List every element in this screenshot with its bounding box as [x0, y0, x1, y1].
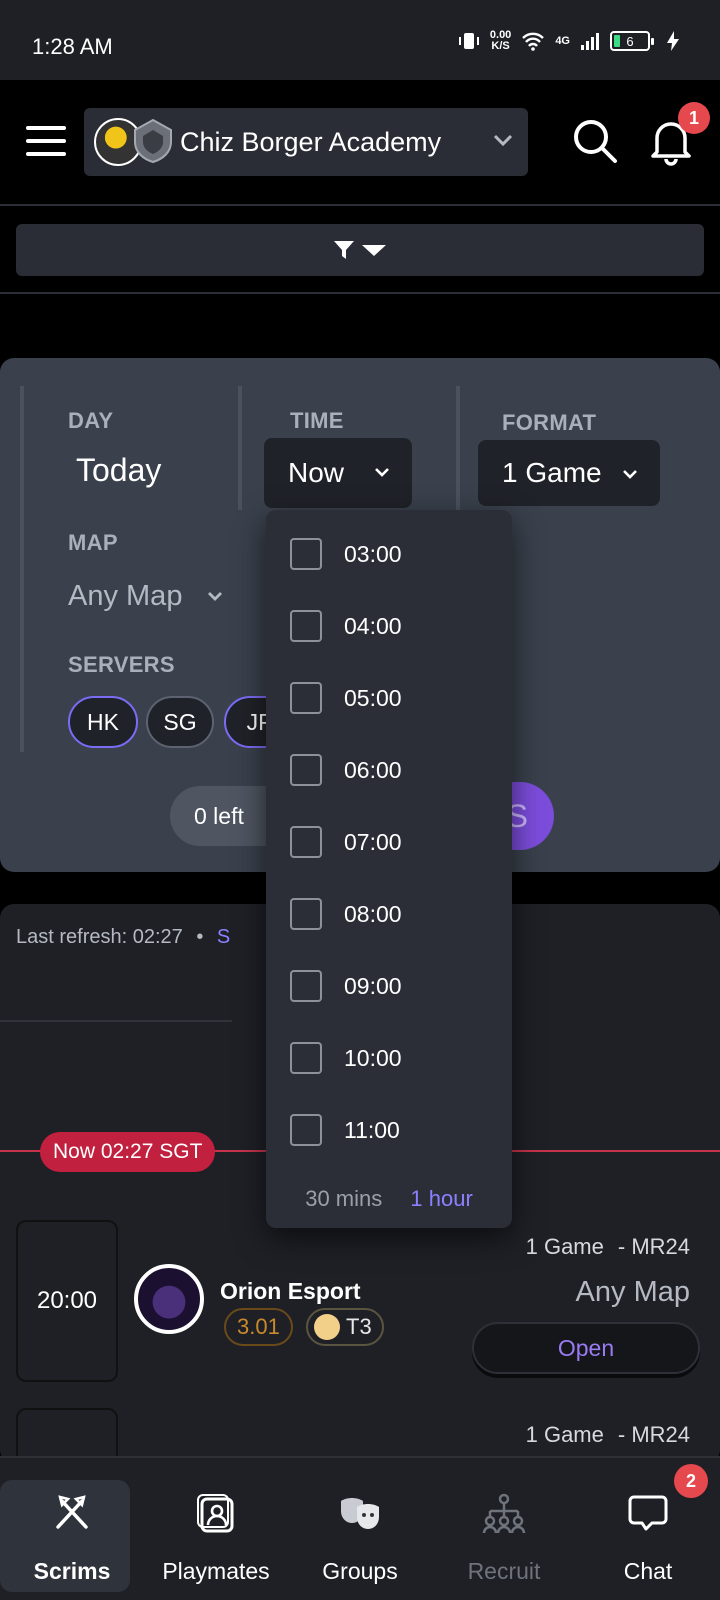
checkbox[interactable] — [290, 610, 322, 642]
time-option[interactable]: 07:00 — [290, 822, 402, 862]
search-icon[interactable] — [570, 116, 620, 166]
scrim-format: 1 Game - MR24 — [525, 1422, 690, 1447]
checkbox[interactable] — [290, 754, 322, 786]
battery-icon: 6 — [610, 31, 654, 51]
refresh-link[interactable]: S — [217, 926, 230, 948]
team-selector[interactable]: Chiz Borger Academy — [84, 108, 528, 176]
divider — [20, 386, 24, 752]
signal-icon — [581, 33, 599, 50]
status-icons: 0.00 K/S 4G 6 — [458, 30, 680, 52]
nav-scrims[interactable]: Scrims — [0, 1458, 144, 1600]
nav-playmates[interactable]: Playmates — [144, 1458, 288, 1600]
app-header: Chiz Borger Academy — [0, 80, 720, 206]
charging-icon — [667, 31, 679, 51]
status-bar: 1:28 AM 0.00 K/S 4G 6 — [0, 0, 720, 80]
time-dropdown-menu: 03:00 04:00 05:00 06:00 07:00 08:00 09:0… — [266, 510, 512, 1228]
map-select[interactable]: Any Map — [68, 580, 182, 613]
divider — [456, 386, 460, 510]
chevron-down-icon — [375, 468, 389, 477]
divider — [0, 1020, 232, 1022]
time-option[interactable]: 03:00 — [290, 534, 402, 574]
network-type: 4G — [555, 35, 570, 47]
net-speed: 0.00 K/S — [489, 29, 512, 52]
open-scrim-button[interactable]: Open — [472, 1322, 700, 1374]
day-label: DAY — [68, 408, 114, 433]
status-time: 1:28 AM — [32, 34, 113, 59]
day-value[interactable]: Today — [76, 452, 161, 489]
profile-card-icon — [197, 1494, 234, 1533]
interval-toggle: 30 mins 1 hour — [266, 1186, 512, 1212]
nav-groups[interactable]: Groups — [288, 1458, 432, 1600]
tier-icon — [314, 1314, 340, 1340]
time-option[interactable]: 04:00 — [290, 606, 402, 646]
checkbox[interactable] — [290, 1042, 322, 1074]
checkbox[interactable] — [290, 682, 322, 714]
scrim-team-name[interactable]: Orion Esport — [220, 1278, 361, 1305]
chat-bubble-icon — [628, 1495, 668, 1531]
time-option[interactable]: 10:00 — [290, 1038, 402, 1078]
nav-recruit[interactable]: Recruit — [432, 1458, 576, 1600]
filter-row — [0, 206, 720, 294]
tier-badge: T3 — [306, 1308, 384, 1346]
last-refresh: Last refresh: 02:27 • S — [16, 926, 231, 948]
checkbox[interactable] — [290, 898, 322, 930]
time-option[interactable]: 08:00 — [290, 894, 402, 934]
notification-badge: 1 — [678, 102, 710, 134]
chat-badge: 2 — [674, 1464, 708, 1498]
time-option[interactable]: 05:00 — [290, 678, 402, 718]
format-label: FORMAT — [502, 410, 597, 435]
chevron-down-icon — [623, 470, 637, 479]
chevron-down-icon — [493, 134, 513, 147]
checkbox[interactable] — [290, 538, 322, 570]
caret-down-icon — [362, 245, 386, 256]
time-option[interactable]: 06:00 — [290, 750, 402, 790]
chevron-down-icon — [208, 592, 222, 601]
scrim-format: 1 Game - MR24 — [525, 1234, 690, 1259]
rating-badge: 3.01 — [224, 1308, 293, 1346]
checkbox[interactable] — [290, 1114, 322, 1146]
team-name: Chiz Borger Academy — [180, 127, 442, 157]
bottom-nav: Scrims Playmates Groups Recruit Chat — [0, 1456, 720, 1600]
scrim-time-box: 20:00 — [16, 1220, 118, 1382]
servers-label: SERVERS — [68, 652, 175, 677]
crossed-axes-icon — [56, 1495, 88, 1529]
time-option[interactable]: 09:00 — [290, 966, 402, 1006]
org-chart-icon — [482, 1493, 526, 1534]
filter-icon — [334, 241, 354, 259]
masks-icon — [341, 1498, 379, 1529]
checkbox[interactable] — [290, 970, 322, 1002]
filter-button[interactable] — [16, 224, 704, 276]
now-time-badge: Now 02:27 SGT — [40, 1132, 216, 1172]
format-select[interactable]: 1 Game — [478, 440, 660, 506]
vibrate-icon — [458, 33, 479, 49]
time-label: TIME — [290, 408, 344, 433]
interval-30-option[interactable]: 30 mins — [305, 1186, 382, 1211]
time-select[interactable]: Now — [264, 438, 412, 508]
time-option[interactable]: 11:00 — [290, 1110, 400, 1150]
checkbox[interactable] — [290, 826, 322, 858]
server-pill-sg[interactable]: SG — [146, 696, 214, 748]
server-pill-hk[interactable]: HK — [68, 696, 138, 748]
scrim-map: Any Map — [575, 1276, 690, 1308]
wifi-icon — [522, 32, 545, 51]
team-avatar[interactable] — [134, 1264, 204, 1334]
map-label: MAP — [68, 530, 118, 555]
menu-icon[interactable] — [26, 126, 66, 158]
rank-shield-icon — [134, 118, 172, 164]
interval-60-option[interactable]: 1 hour — [410, 1186, 472, 1211]
divider — [238, 386, 242, 510]
